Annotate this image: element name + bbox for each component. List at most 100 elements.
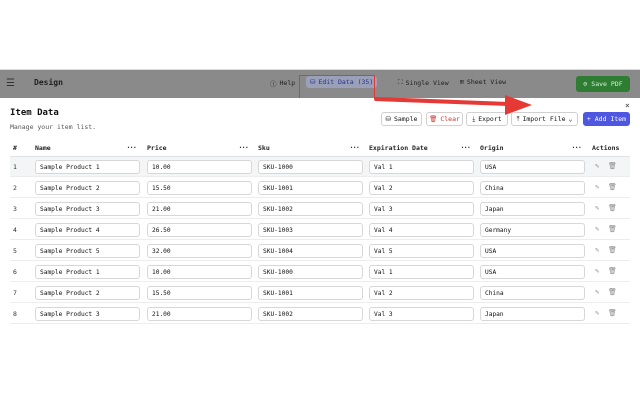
name-field[interactable]: Sample Product 3: [35, 202, 140, 216]
col-header-price[interactable]: Price ···: [147, 140, 252, 156]
name-field[interactable]: Sample Product 4: [35, 223, 140, 237]
edit-icon[interactable]: ✎: [595, 288, 599, 296]
price-field[interactable]: 21.00: [147, 307, 252, 321]
col-header-sku-label: Sku: [258, 144, 270, 152]
expiration-field[interactable]: Val 1: [369, 265, 474, 279]
row-number: 5: [13, 247, 17, 255]
trash-icon[interactable]: 🗑: [608, 162, 617, 170]
edit-icon[interactable]: ✎: [595, 246, 599, 254]
add-item-label: + Add Item: [586, 115, 627, 123]
chevron-down-icon: ⌄: [568, 115, 573, 123]
col-header-origin-label: Origin: [480, 144, 504, 152]
sku-field[interactable]: SKU-1000: [258, 265, 363, 279]
expiration-field[interactable]: Val 1: [369, 160, 474, 174]
sku-field[interactable]: SKU-1001: [258, 181, 363, 195]
sku-field[interactable]: SKU-1001: [258, 286, 363, 300]
save-pdf-button[interactable]: ⊖ Save PDF: [576, 76, 630, 92]
sku-field[interactable]: SKU-1002: [258, 202, 363, 216]
origin-field[interactable]: Japan: [480, 202, 585, 216]
origin-field[interactable]: Germany: [480, 223, 585, 237]
name-field[interactable]: Sample Product 2: [35, 181, 140, 195]
help-label: Help: [279, 79, 296, 87]
price-field[interactable]: 26.50: [147, 223, 252, 237]
expiration-field[interactable]: Val 5: [369, 244, 474, 258]
name-field[interactable]: Sample Product 5: [35, 244, 140, 258]
single-view-label: Single View: [405, 78, 449, 87]
table-row: 4 Sample Product 4 26.50 SKU-1003 Val 4 …: [10, 220, 630, 240]
origin-field[interactable]: USA: [480, 160, 585, 174]
trash-icon[interactable]: 🗑: [608, 183, 617, 191]
expiration-field[interactable]: Val 2: [369, 181, 474, 195]
edit-icon[interactable]: ✎: [595, 267, 599, 275]
origin-field[interactable]: China: [480, 181, 585, 195]
sheet-view-button[interactable]: ⊞ Sheet View: [460, 78, 506, 86]
more-icon[interactable]: ···: [571, 144, 582, 152]
price-field[interactable]: 32.00: [147, 244, 252, 258]
edit-icon[interactable]: ✎: [595, 183, 599, 191]
name-field[interactable]: Sample Product 1: [35, 265, 140, 279]
row-number: 6: [13, 268, 17, 276]
row-number: 1: [13, 163, 17, 171]
single-view-button[interactable]: ⛶ Single View: [398, 78, 449, 87]
name-field[interactable]: Sample Product 1: [35, 160, 140, 174]
edit-icon[interactable]: ✎: [595, 204, 599, 212]
trash-icon[interactable]: 🗑: [608, 309, 617, 317]
expiration-field[interactable]: Val 4: [369, 223, 474, 237]
price-field[interactable]: 21.00: [147, 202, 252, 216]
more-icon[interactable]: ···: [238, 144, 249, 152]
help-button[interactable]: ⓘ Help: [270, 78, 295, 88]
expiration-field[interactable]: Val 3: [369, 202, 474, 216]
price-field[interactable]: 10.00: [147, 160, 252, 174]
trash-icon[interactable]: 🗑: [608, 225, 617, 233]
row-number: 8: [13, 310, 17, 318]
col-header-name[interactable]: Name ···: [35, 140, 140, 156]
origin-field[interactable]: USA: [480, 244, 585, 258]
trash-icon[interactable]: 🗑: [608, 267, 617, 275]
edit-icon[interactable]: ✎: [595, 309, 599, 317]
modal-title: Item Data: [10, 108, 59, 118]
origin-field[interactable]: USA: [480, 265, 585, 279]
more-icon[interactable]: ···: [126, 144, 137, 152]
row-number: 3: [13, 205, 17, 213]
more-icon[interactable]: ···: [349, 144, 360, 152]
sku-field[interactable]: SKU-1004: [258, 244, 363, 258]
annotation-arrow: [374, 95, 532, 115]
trash-icon[interactable]: 🗑: [608, 204, 617, 212]
name-field[interactable]: Sample Product 2: [35, 286, 140, 300]
menu-icon[interactable]: ☰: [6, 78, 18, 90]
add-item-button[interactable]: + Add Item: [583, 112, 630, 126]
col-header-actions: Actions: [592, 144, 620, 152]
more-icon[interactable]: ···: [460, 144, 471, 152]
edit-icon[interactable]: ✎: [595, 162, 599, 170]
origin-field[interactable]: China: [480, 286, 585, 300]
save-pdf-label: Save PDF: [591, 80, 623, 88]
price-field[interactable]: 15.50: [147, 286, 252, 300]
col-header-price-label: Price: [147, 144, 167, 152]
edit-icon[interactable]: ✎: [595, 225, 599, 233]
table-row-partial: [10, 325, 630, 331]
table-row: 5 Sample Product 5 32.00 SKU-1004 Val 5 …: [10, 241, 630, 261]
table-row: 1 Sample Product 1 10.00 SKU-1000 Val 1 …: [10, 157, 630, 177]
price-field[interactable]: 10.00: [147, 265, 252, 279]
col-header-name-label: Name: [35, 144, 51, 152]
table-row: 2 Sample Product 2 15.50 SKU-1001 Val 2 …: [10, 178, 630, 198]
sku-field[interactable]: SKU-1000: [258, 160, 363, 174]
name-field[interactable]: Sample Product 3: [35, 307, 140, 321]
close-icon[interactable]: ×: [625, 101, 630, 110]
app-title: Design: [34, 78, 63, 87]
col-header-expiration[interactable]: Expiration Date ···: [369, 140, 474, 156]
col-header-origin[interactable]: Origin ···: [480, 140, 585, 156]
col-header-sku[interactable]: Sku ···: [258, 140, 363, 156]
row-number: 2: [13, 184, 17, 192]
expiration-field[interactable]: Val 2: [369, 286, 474, 300]
sku-field[interactable]: SKU-1003: [258, 223, 363, 237]
origin-field[interactable]: Japan: [480, 307, 585, 321]
sku-field[interactable]: SKU-1002: [258, 307, 363, 321]
table-row: 8 Sample Product 3 21.00 SKU-1002 Val 3 …: [10, 304, 630, 324]
col-header-expiration-label: Expiration Date: [369, 144, 428, 152]
trash-icon[interactable]: 🗑: [608, 288, 617, 296]
expiration-field[interactable]: Val 3: [369, 307, 474, 321]
price-field[interactable]: 15.50: [147, 181, 252, 195]
trash-icon[interactable]: 🗑: [608, 246, 617, 254]
sheet-view-label: Sheet View: [466, 78, 507, 86]
